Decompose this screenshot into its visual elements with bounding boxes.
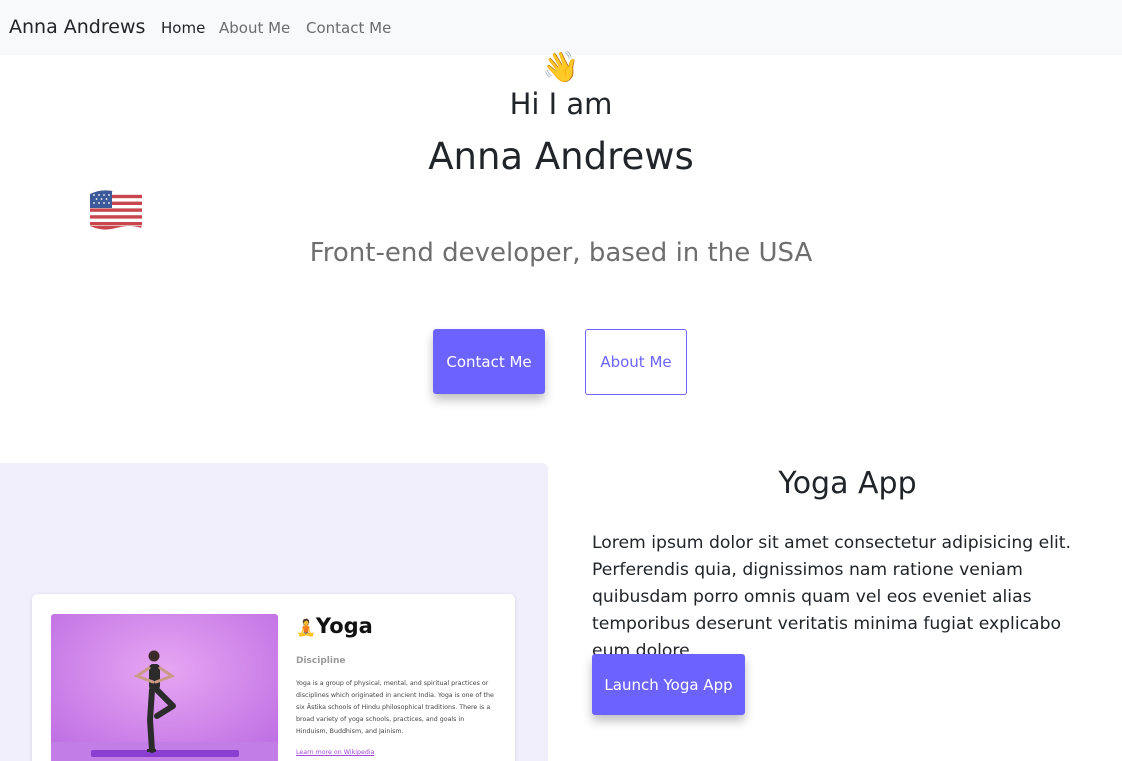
yoga-pose-image [51,614,278,761]
waving-hand-icon: 👋 [542,50,580,85]
hero-tagline: Front-end developer, based in the USA [309,238,813,268]
hero-name: Anna Andrews [428,135,694,178]
preview-subtitle: Discipline [296,656,346,666]
contact-me-button[interactable]: Contact Me [433,329,545,394]
project-title: Yoga App [778,466,917,501]
nav-link-contact[interactable]: Contact Me [306,19,391,37]
nav-link-about[interactable]: About Me [219,19,290,37]
meditation-icon: 🧘 [296,618,316,637]
us-flag-icon [90,186,142,232]
launch-yoga-app-button[interactable]: Launch Yoga App [592,654,745,715]
preview-text: Yoga is a group of physical, mental, and… [296,680,494,735]
hero-greeting: Hi I am [509,87,613,121]
brand-link[interactable]: Anna Andrews [9,16,145,38]
preview-title: 🧘Yoga [296,614,373,638]
preview-wikipedia-link[interactable]: Learn more on Wikipedia [296,749,374,756]
project-description: Lorem ipsum dolor sit amet consectetur a… [592,533,1071,661]
about-me-button[interactable]: About Me [585,329,687,395]
preview-card: 🧘Yoga Discipline Yoga is a group of phys… [32,594,515,761]
nav-link-home[interactable]: Home [161,19,205,37]
preview-title-text: Yoga [315,614,373,638]
project-preview: 🧘Yoga Discipline Yoga is a group of phys… [0,463,548,761]
navbar: Anna Andrews Home About Me Contact Me [0,0,1122,55]
